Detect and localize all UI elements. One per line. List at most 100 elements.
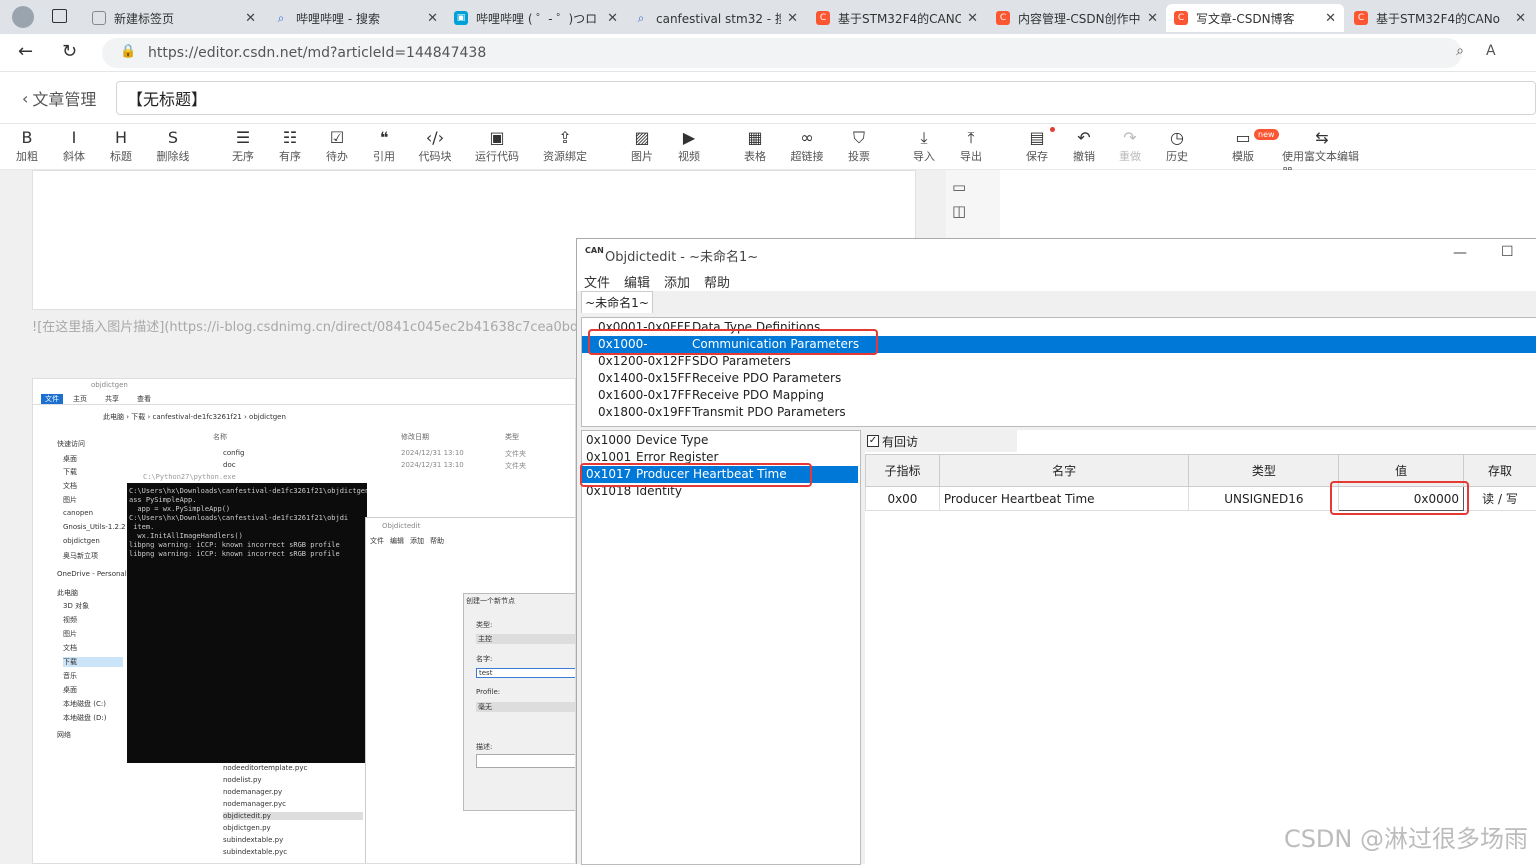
folder-date: 2024/12/31 13:10	[401, 461, 464, 469]
toolbar-label: 历史	[1166, 148, 1188, 164]
close-tab-icon[interactable]: ✕	[1147, 11, 1158, 26]
close-tab-icon[interactable]: ✕	[967, 11, 978, 26]
ribbon-tab: 共享	[105, 394, 119, 404]
browser-tab[interactable]: C基于STM32F4的CANO✕	[808, 4, 986, 32]
index-row[interactable]: 0x1000Device Type	[582, 432, 858, 449]
range-row[interactable]: 0x1400-0x15FFReceive PDO Parameters	[582, 370, 1536, 387]
menu-item[interactable]: 添加	[664, 272, 690, 291]
nav-item: 下载	[63, 467, 77, 477]
toolbar-glyph-icon: ⛉	[853, 128, 865, 148]
nav-item: 视频	[63, 615, 77, 625]
browser-tab[interactable]: ⌕canfestival stm32 - 搜索✕	[626, 4, 806, 32]
dialog-type-value: 主控	[476, 634, 576, 644]
nav-item: 下载	[63, 657, 123, 667]
column-header[interactable]: 类型	[1189, 455, 1339, 487]
address-bar-row: ← ↻ 🔒 https://editor.csdn.net/md?article…	[0, 34, 1536, 72]
range-row[interactable]: 0x1600-0x17FFReceive PDO Mapping	[582, 387, 1536, 404]
dialog-title: 创建一个新节点	[466, 596, 515, 606]
browser-tab[interactable]: ⌕哔哩哔哩 - 搜索✕	[266, 4, 446, 32]
editor-toolbar: B加粗I斜体H标题S删除线☰无序☷有序☑待办❝引用‹/›代码块▣运行代码⇪资源绑…	[0, 124, 1536, 170]
dialog-profile-label: Profile:	[476, 688, 500, 696]
browser-tab[interactable]: C基于STM32F4的CANo✕	[1346, 4, 1534, 32]
ribbon-tab: 主页	[73, 394, 87, 404]
index-name: Device Type	[636, 432, 708, 449]
file-name: objdictedit.py	[223, 812, 363, 820]
dialog-type-label: 类型:	[476, 620, 492, 630]
ribbon-tab: 文件	[41, 394, 63, 404]
menu-item[interactable]: 编辑	[624, 272, 650, 291]
new-badge: new	[1254, 129, 1279, 140]
layout-icon[interactable]: ▭	[952, 178, 966, 196]
browser-tab-title: 基于STM32F4的CANO	[838, 10, 961, 27]
explorer-title: objdictgen	[91, 381, 128, 389]
nav-item: 本地磁盘 (C:)	[63, 699, 106, 709]
browser-tab-title: 新建标签页	[114, 10, 239, 27]
close-tab-icon[interactable]: ✕	[607, 11, 618, 26]
tab-actions-icon[interactable]	[52, 9, 67, 23]
url-text: https://editor.csdn.net/md?articleId=144…	[148, 45, 486, 61]
toolbar-glyph-icon: ◷	[1170, 128, 1184, 148]
column-header[interactable]: 名字	[939, 455, 1189, 487]
col-date: 修改日期	[401, 432, 429, 442]
refresh-icon[interactable]: ↻	[62, 41, 77, 62]
toolbar-glyph-icon: ⇪	[558, 128, 571, 148]
article-title-input[interactable]: 【无标题】	[116, 81, 1536, 115]
nav-item: 图片	[63, 629, 77, 639]
file-name: subindextable.py	[223, 836, 283, 844]
article-manage-link[interactable]: ‹ 文章管理	[22, 86, 96, 110]
mini-menu-item: 文件	[370, 537, 384, 545]
toolbar-button[interactable]: S删除线	[133, 128, 213, 164]
close-tab-icon[interactable]: ✕	[245, 11, 256, 26]
back-icon[interactable]: ←	[18, 41, 33, 62]
browser-tab[interactable]: C内容管理-CSDN创作中✕	[988, 4, 1166, 32]
range-value: 0x1800-0x19FF	[582, 404, 692, 421]
column-header[interactable]: 存取	[1464, 455, 1536, 487]
toolbar-label: 引用	[373, 148, 395, 164]
close-tab-icon[interactable]: ✕	[427, 11, 438, 26]
column-header[interactable]: 子指标	[866, 455, 940, 487]
unsaved-dot	[1050, 127, 1055, 132]
embedded-screenshot: objdictgen 文件主页共享查看 此电脑 › 下载 › canfestiv…	[32, 378, 576, 864]
folder-name: config	[223, 449, 244, 457]
dialog-name-value: test	[476, 668, 576, 678]
toolbar-label: 模版	[1232, 148, 1254, 164]
range-row[interactable]: 0x1800-0x19FFTransmit PDO Parameters	[582, 404, 1536, 421]
range-value: 0x1600-0x17FF	[582, 387, 692, 404]
minimize-icon[interactable]: —	[1453, 245, 1467, 261]
nav-item: 奥马新立项	[63, 551, 98, 561]
close-tab-icon[interactable]: ✕	[1515, 11, 1526, 26]
zoom-icon[interactable]: ⌕	[1456, 43, 1464, 59]
dialog-desc-label: 描述:	[476, 742, 492, 752]
profile-avatar[interactable]	[12, 6, 34, 28]
split-view-icon[interactable]: ◫	[952, 202, 966, 220]
folder-date: 2024/12/31 13:10	[401, 449, 464, 457]
browser-tab-title: canfestival stm32 - 搜索	[656, 10, 781, 27]
read-aloud-icon[interactable]: A	[1486, 43, 1496, 59]
toolbar-glyph-icon: ☷	[283, 128, 297, 148]
toolbar-glyph-icon: ❝	[380, 128, 389, 148]
menu-item[interactable]: 帮助	[704, 272, 730, 291]
close-tab-icon[interactable]: ✕	[787, 11, 798, 26]
toolbar-glyph-icon: ↶	[1077, 128, 1090, 148]
cell-type: UNSIGNED16	[1189, 487, 1339, 511]
browser-tab-title: 内容管理-CSDN创作中	[1018, 10, 1141, 27]
toolbar-button[interactable]: ⇪资源绑定	[525, 128, 605, 164]
page-tab-icon	[92, 11, 106, 25]
url-field[interactable]: 🔒 https://editor.csdn.net/md?articleId=1…	[102, 38, 1462, 68]
nav-item: 3D 对象	[63, 601, 89, 611]
maximize-icon[interactable]: ☐	[1501, 244, 1514, 260]
mini-menu-item: 帮助	[430, 537, 444, 545]
has-callback-checkbox[interactable]: ✓ 有回访	[865, 430, 1017, 452]
browser-tab[interactable]: 新建标签页 ✕	[84, 4, 264, 32]
document-tab[interactable]: ~未命名1~	[581, 291, 653, 313]
browser-tab[interactable]: ▣哔哩哔哩 ( ゜- ゜)つロ 干✕	[446, 4, 626, 32]
highlight-heartbeat-index	[580, 463, 812, 487]
toolbar-label: 视频	[678, 148, 700, 164]
menu-item[interactable]: 文件	[584, 272, 610, 291]
close-tab-icon[interactable]: ✕	[1325, 11, 1336, 26]
dialog-profile-value: 毫无	[476, 702, 576, 712]
range-row[interactable]: 0x1200-0x12FFSDO Parameters	[582, 353, 1536, 370]
browser-tab-title: 写文章-CSDN博客	[1196, 10, 1319, 27]
toolbar-glyph-icon: ⤒	[967, 128, 974, 148]
browser-tab[interactable]: C写文章-CSDN博客✕	[1166, 4, 1344, 32]
